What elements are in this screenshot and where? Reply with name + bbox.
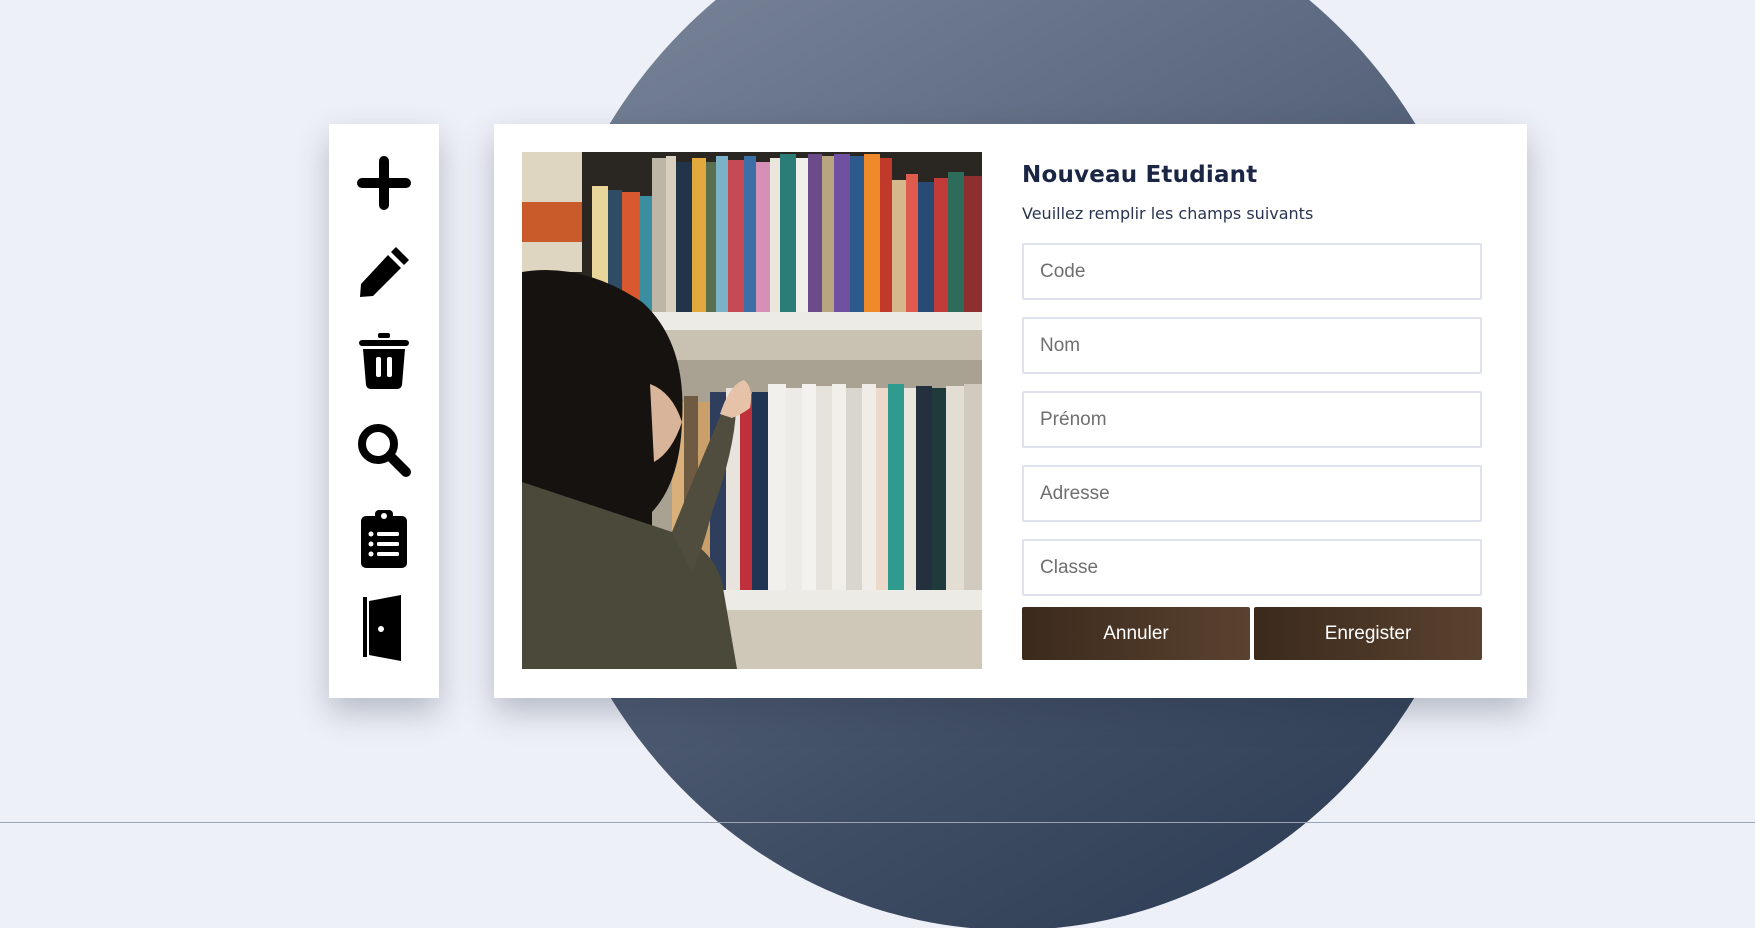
divider-line bbox=[0, 822, 1755, 823]
code-field[interactable] bbox=[1022, 243, 1482, 300]
delete-button[interactable] bbox=[329, 316, 439, 405]
trash-icon bbox=[357, 332, 411, 389]
door-icon bbox=[363, 594, 405, 661]
edit-button[interactable] bbox=[329, 227, 439, 316]
search-button[interactable] bbox=[329, 405, 439, 494]
form-actions: Annuler Enregister bbox=[1022, 607, 1482, 660]
page: Nouveau Etudiant Veuillez remplir les ch… bbox=[0, 0, 1755, 928]
library-photo bbox=[522, 152, 982, 669]
nom-field[interactable] bbox=[1022, 317, 1482, 374]
classe-field[interactable] bbox=[1022, 539, 1482, 596]
prenom-field[interactable] bbox=[1022, 391, 1482, 448]
action-toolbar bbox=[329, 124, 439, 698]
student-form: Nouveau Etudiant Veuillez remplir les ch… bbox=[1022, 152, 1482, 660]
cancel-button[interactable]: Annuler bbox=[1022, 607, 1250, 660]
plus-icon bbox=[355, 154, 413, 212]
clipboard-list-icon bbox=[361, 509, 407, 568]
student-form-card: Nouveau Etudiant Veuillez remplir les ch… bbox=[494, 124, 1527, 698]
adresse-field[interactable] bbox=[1022, 465, 1482, 522]
exit-button[interactable] bbox=[329, 583, 439, 672]
add-button[interactable] bbox=[329, 138, 439, 227]
list-button[interactable] bbox=[329, 494, 439, 583]
form-title: Nouveau Etudiant bbox=[1022, 162, 1258, 188]
form-subtitle: Veuillez remplir les champs suivants bbox=[1022, 204, 1314, 223]
search-icon bbox=[356, 422, 412, 478]
save-button[interactable]: Enregister bbox=[1254, 607, 1482, 660]
pencil-icon bbox=[356, 244, 412, 300]
